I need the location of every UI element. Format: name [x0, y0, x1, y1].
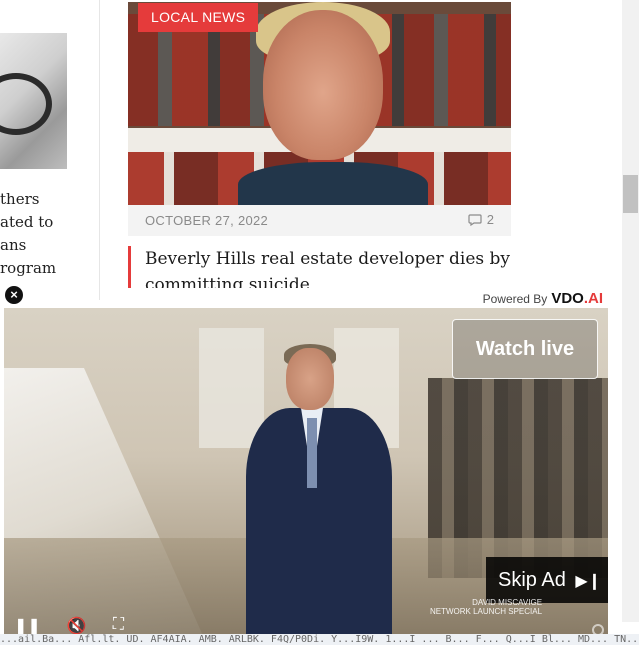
skip-ad-button[interactable]: Skip Ad ▶❙ — [486, 557, 608, 603]
fullscreen-icon[interactable]: ⛶ — [113, 616, 124, 636]
video-controls: ❚❚ 🔇 ⛶ — [14, 616, 124, 636]
video-watermark: DAVID MISCAVIGE NETWORK LAUNCH SPECIAL — [430, 598, 542, 616]
article-hero-image[interactable] — [128, 2, 511, 205]
status-bar-url: ...ail.Ba... Afl.lt. UD. AF4AIA. AMB. AR… — [0, 634, 639, 645]
category-badge[interactable]: LOCAL NEWS — [138, 3, 259, 32]
comment-icon — [468, 213, 482, 226]
watch-live-button[interactable]: Watch live — [452, 319, 598, 379]
brand-suffix: .AI — [583, 290, 603, 307]
watermark-line: DAVID MISCAVIGE — [472, 598, 543, 607]
excerpt-line: rogram — [0, 259, 57, 277]
scrollbar-track[interactable] — [622, 0, 639, 622]
portrait-face — [263, 10, 383, 160]
article-meta-bar: OCTOBER 27, 2022 2 — [128, 205, 511, 236]
excerpt-line: ans — [0, 236, 27, 254]
powered-by-label: Powered By — [482, 291, 548, 306]
skip-forward-icon: ▶❙ — [575, 573, 602, 590]
background-window — [199, 328, 264, 448]
article-headline[interactable]: Beverly Hills real estate developer dies… — [128, 246, 511, 288]
presenter-tie — [307, 418, 317, 488]
comments-link[interactable]: 2 — [468, 212, 494, 227]
skip-ad-label: Skip Ad — [498, 569, 566, 591]
left-article[interactable]: thers ated to ans rogram — [0, 0, 100, 300]
watermark-line: NETWORK LAUNCH SPECIAL — [430, 607, 543, 616]
brand-name: VDO — [551, 290, 584, 307]
presenter-head — [286, 348, 334, 410]
pause-icon[interactable]: ❚❚ — [14, 616, 41, 636]
powered-by[interactable]: Powered By VDO.AI — [483, 290, 603, 307]
left-article-excerpt[interactable]: thers ated to ans rogram — [0, 188, 100, 280]
portrait-shirt — [238, 162, 428, 205]
handcuffs-image — [0, 73, 52, 135]
excerpt-line: thers — [0, 190, 40, 208]
comment-count: 2 — [486, 212, 494, 227]
video-ad-player[interactable]: Watch live Skip Ad ▶❙ DAVID MISCAVIGE NE… — [4, 308, 608, 638]
vdo-ai-logo: VDO.AI — [551, 290, 603, 307]
mute-icon[interactable]: 🔇 — [67, 616, 87, 636]
article-date: OCTOBER 27, 2022 — [145, 213, 269, 228]
column-divider — [99, 0, 100, 300]
close-ad-button[interactable]: × — [5, 286, 23, 304]
excerpt-line: ated to — [0, 213, 54, 231]
scrollbar-thumb[interactable] — [623, 175, 638, 213]
presenter-suit — [246, 408, 392, 638]
left-article-thumbnail[interactable] — [0, 33, 67, 169]
